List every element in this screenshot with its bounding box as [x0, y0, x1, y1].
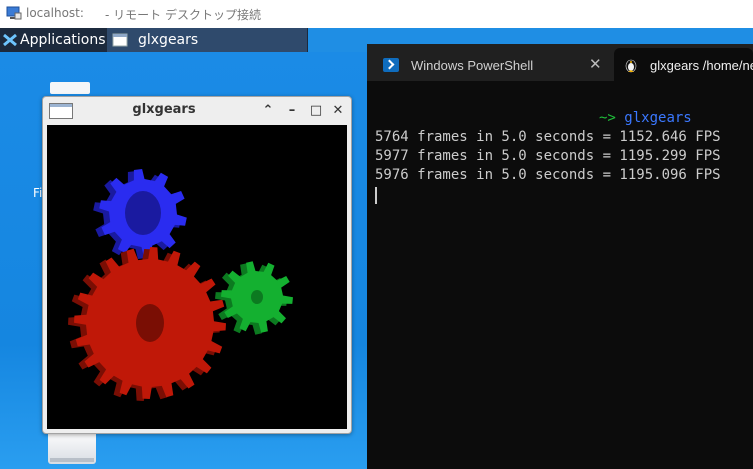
tab-windows-powershell[interactable]: Windows PowerShell ✕ [367, 50, 613, 81]
applications-label: Applications [20, 32, 106, 48]
gear-hole [136, 304, 164, 342]
shade-button[interactable]: ⌃ [260, 102, 276, 118]
applications-menu-button[interactable]: Applications [0, 28, 106, 52]
minimize-button[interactable]: – [284, 102, 300, 118]
powershell-icon [383, 58, 399, 72]
tab-close-button[interactable]: ✕ [589, 55, 602, 73]
file-system-icon[interactable] [50, 82, 90, 94]
text-cursor [375, 187, 377, 204]
tab-glxgears[interactable]: glxgears /home/ne [614, 48, 753, 81]
top-panel: Applications glxgears [0, 28, 308, 52]
glxgears-titlebar[interactable]: glxgears ⌃ – □ ✕ [43, 97, 351, 123]
window-title: glxgears [132, 102, 196, 117]
rdp-host: localhost: [26, 6, 84, 20]
rdp-window-title: - リモート デスクトップ接続 [105, 8, 261, 22]
prompt: ~> [599, 110, 616, 126]
maximize-button[interactable]: □ [308, 102, 324, 118]
glxgears-window: glxgears ⌃ – □ ✕ [42, 96, 352, 434]
tab-bar: Windows PowerShell ✕ glxgears /home/ne [367, 44, 753, 81]
rdp-title-bar: localhost: - リモート デスクトップ接続 [0, 0, 753, 28]
linux-penguin-icon [625, 59, 637, 73]
trash-icon[interactable] [48, 430, 96, 464]
tab-label: Windows PowerShell [411, 58, 534, 73]
remote-desktop-icon [6, 6, 22, 20]
terminal-window: Windows PowerShell ✕ glxgears /home/ne ~… [367, 44, 753, 469]
desktop-icon-label: Fi [33, 186, 43, 200]
output-line: 5977 frames in 5.0 seconds = 1195.299 FP… [375, 148, 721, 164]
xfce-logo-icon [3, 33, 17, 47]
tab-label: glxgears /home/ne [650, 58, 753, 73]
green-gear [215, 261, 293, 335]
window-icon [112, 33, 128, 47]
gear-hole [251, 290, 263, 304]
terminal-output[interactable]: ~> glxgears 5764 frames in 5.0 seconds = … [375, 90, 721, 229]
output-line: 5764 frames in 5.0 seconds = 1152.646 FP… [375, 129, 721, 145]
prompt-line: ~> glxgears [375, 109, 721, 128]
gear-hole [125, 191, 161, 235]
taskbar-item-label: glxgears [138, 32, 199, 48]
close-button[interactable]: ✕ [330, 102, 346, 118]
red-gear [68, 247, 226, 401]
gears-graphic [68, 169, 293, 401]
taskbar-item-glxgears[interactable]: glxgears [107, 28, 307, 52]
command: glxgears [624, 110, 692, 126]
output-line: 5976 frames in 5.0 seconds = 1195.096 FP… [375, 167, 721, 183]
blue-gear [93, 169, 187, 259]
gears-render-canvas[interactable] [47, 125, 347, 429]
